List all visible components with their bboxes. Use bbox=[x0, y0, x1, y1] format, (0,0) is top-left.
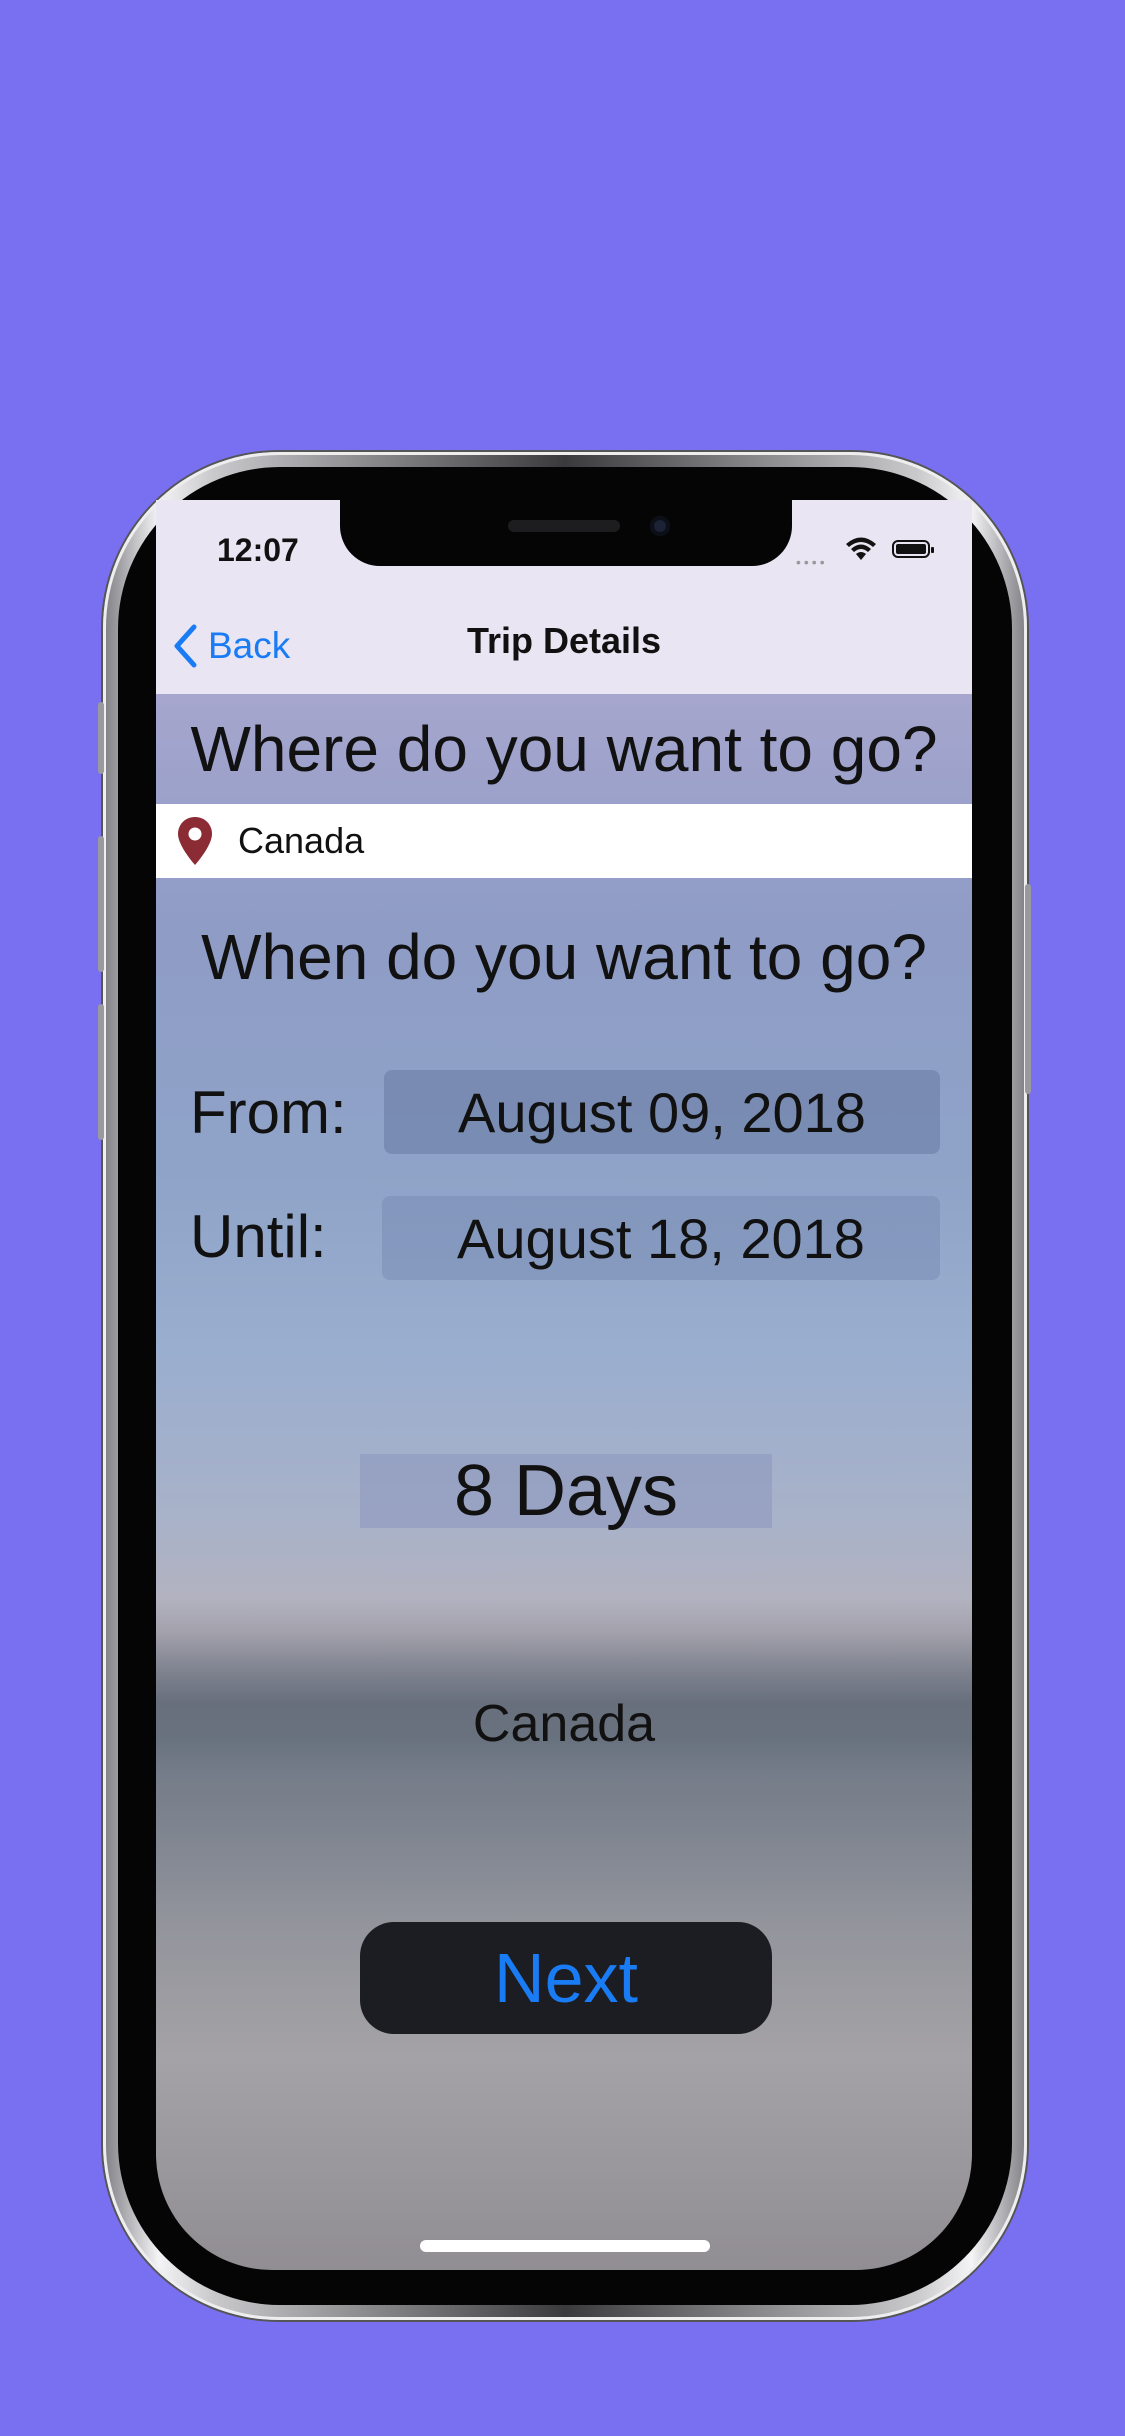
map-pin-icon bbox=[178, 817, 212, 865]
mute-switch bbox=[98, 702, 104, 774]
status-icons: •••• bbox=[796, 536, 936, 570]
from-date-field[interactable]: August 09, 2018 bbox=[384, 1070, 940, 1154]
notch bbox=[340, 500, 792, 566]
from-label: From: bbox=[190, 1079, 347, 1146]
power-button bbox=[1025, 884, 1031, 1094]
dates-question: When do you want to go? bbox=[201, 921, 927, 993]
wifi-icon bbox=[846, 537, 876, 560]
status-time: 12:07 bbox=[217, 532, 299, 568]
until-date-field[interactable]: August 18, 2018 bbox=[382, 1196, 940, 1280]
destination-value: Canada bbox=[238, 820, 365, 861]
until-label: Until: bbox=[190, 1203, 327, 1270]
destination-question: Where do you want to go? bbox=[190, 713, 938, 785]
destination-summary: Canada bbox=[472, 1695, 656, 1753]
destination-search-input[interactable]: Canada bbox=[156, 804, 972, 878]
home-indicator bbox=[420, 2240, 710, 2252]
volume-up-button bbox=[98, 836, 104, 972]
page-title: Trip Details bbox=[466, 620, 662, 661]
battery-icon bbox=[892, 540, 934, 558]
trip-duration: 8 Days bbox=[360, 1451, 772, 1531]
volume-down-button bbox=[98, 1004, 104, 1140]
next-button[interactable]: Next bbox=[360, 1922, 772, 2034]
signal-dots-icon: •••• bbox=[796, 554, 828, 570]
